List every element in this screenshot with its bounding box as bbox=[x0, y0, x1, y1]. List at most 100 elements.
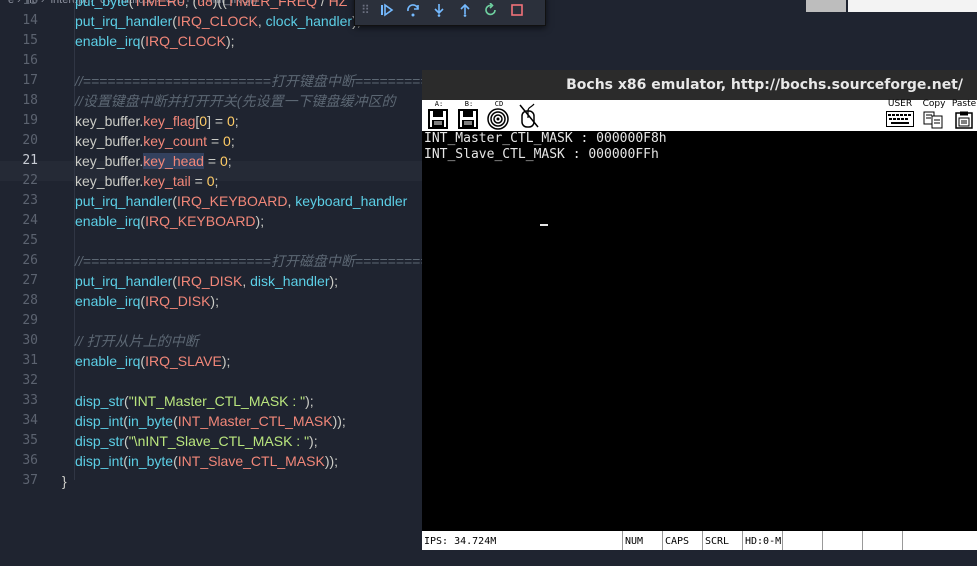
line-number: 23 bbox=[22, 193, 38, 208]
code-token: u8 bbox=[197, 0, 213, 9]
code-token: enable_irq bbox=[75, 353, 141, 369]
floppy-b-button[interactable]: B: bbox=[454, 100, 484, 131]
code-token: IRQ_KEYBOARD bbox=[145, 213, 256, 229]
code-token: put_irq_handler bbox=[75, 13, 173, 29]
code-token: key_tail bbox=[143, 173, 191, 189]
code-area[interactable]: put_byte(TIMER0, (u8)((TIMER_FREQ / HZ pu… bbox=[44, 0, 424, 566]
code-token: key_count bbox=[143, 133, 208, 149]
code-token: disk_handler bbox=[250, 273, 330, 289]
code-token: disp_str bbox=[75, 433, 125, 449]
line-number: 30 bbox=[22, 333, 38, 348]
step-over-icon[interactable] bbox=[403, 0, 423, 20]
code-token: IRQ_DISK bbox=[176, 273, 243, 289]
code-token: / bbox=[317, 0, 329, 9]
code-token: ; bbox=[234, 113, 239, 129]
cdrom-label: CD bbox=[494, 100, 504, 108]
cdrom-icon bbox=[487, 108, 509, 130]
line-number: 18 bbox=[22, 93, 38, 108]
floppy-a-button[interactable]: A: bbox=[424, 100, 454, 131]
code-token: 0 bbox=[223, 133, 231, 149]
code-line[interactable]: enable_irq(IRQ_KEYBOARD); bbox=[75, 211, 264, 231]
code-line[interactable]: key_buffer.key_count = 0; bbox=[75, 131, 235, 151]
stop-icon[interactable] bbox=[507, 0, 527, 20]
status-slot bbox=[902, 531, 977, 550]
code-line[interactable]: enable_irq(IRQ_CLOCK); bbox=[75, 31, 235, 51]
code-line[interactable]: disp_str("INT_Master_CTL_MASK : "); bbox=[75, 391, 314, 411]
line-number: 19 bbox=[22, 113, 38, 128]
status-slot bbox=[822, 531, 862, 550]
window-edge bbox=[806, 0, 846, 12]
hard-disk-status: HD:0-M bbox=[742, 531, 782, 550]
drag-handle-icon[interactable]: ⠿ bbox=[361, 3, 371, 17]
code-token: 0 bbox=[199, 113, 208, 129]
code-line[interactable]: key_buffer.key_tail = 0; bbox=[75, 171, 218, 191]
code-token: 0 bbox=[226, 113, 235, 129]
line-number: 22 bbox=[22, 173, 38, 188]
line-number: 25 bbox=[22, 233, 38, 248]
code-token: enable_irq bbox=[75, 33, 141, 49]
line-number: 36 bbox=[22, 453, 38, 468]
copy-label: Copy bbox=[922, 99, 946, 109]
code-token: IRQ_CLOCK bbox=[145, 33, 226, 49]
code-line[interactable]: //设置键盘中断并打开开关(先设置一下键盘缓冲区的 bbox=[75, 91, 395, 111]
code-line[interactable]: enable_irq(IRQ_SLAVE); bbox=[75, 351, 230, 371]
code-line[interactable]: disp_int(in_byte(INT_Slave_CTL_MASK)); bbox=[75, 451, 338, 471]
code-token: enable_irq bbox=[75, 213, 141, 229]
code-token: ); bbox=[309, 433, 318, 449]
line-number: 31 bbox=[22, 353, 38, 368]
user-button[interactable]: USER bbox=[884, 99, 916, 131]
code-token: IRQ_CLOCK bbox=[176, 13, 258, 29]
floppy-b-label: B: bbox=[464, 100, 474, 108]
code-token: ] = bbox=[207, 113, 227, 129]
step-out-icon[interactable] bbox=[455, 0, 475, 20]
code-token: ); bbox=[221, 353, 231, 369]
code-line[interactable]: disp_int(in_byte(INT_Master_CTL_MASK)); bbox=[75, 411, 346, 431]
code-line[interactable]: //=======================打开键盘中断=========… bbox=[75, 71, 424, 91]
code-token: "INT_Master_CTL_MASK : " bbox=[128, 393, 306, 409]
continue-icon[interactable] bbox=[377, 0, 397, 20]
code-line[interactable]: key_buffer.key_head = 0; bbox=[75, 151, 232, 171]
bochs-title-bar[interactable]: Bochs x86 emulator, http://bochs.sourcef… bbox=[422, 70, 977, 100]
code-token: key_flag bbox=[143, 113, 196, 129]
code-line[interactable]: //=======================打开磁盘中断=========… bbox=[75, 251, 424, 271]
code-token: key_buffer. bbox=[75, 133, 144, 149]
editor-bottom bbox=[422, 550, 977, 566]
code-line[interactable]: disp_str("\nINT_Slave_CTL_MASK : "); bbox=[75, 431, 318, 451]
code-token: IRQ_SLAVE bbox=[145, 353, 222, 369]
code-token: ); bbox=[255, 213, 265, 229]
code-token: ); bbox=[225, 33, 235, 49]
caps-lock-status: CAPS bbox=[662, 531, 702, 550]
code-token: TIMER0 bbox=[133, 0, 185, 9]
code-line[interactable]: put_irq_handler(IRQ_DISK, disk_handler); bbox=[75, 271, 338, 291]
code-line[interactable]: put_irq_handler(IRQ_CLOCK, clock_handler… bbox=[75, 11, 361, 31]
code-line[interactable]: enable_irq(IRQ_DISK); bbox=[75, 291, 219, 311]
paste-button[interactable]: Paste bbox=[951, 99, 977, 131]
code-token: // 打开从片上的中断 bbox=[75, 333, 199, 349]
code-token: INT_Slave_CTL_MASK bbox=[177, 453, 325, 469]
code-token: = bbox=[190, 173, 207, 189]
code-line[interactable]: } bbox=[62, 471, 67, 491]
code-token: put_irq_handler bbox=[75, 273, 173, 289]
code-token: ); bbox=[329, 273, 339, 289]
line-number: 29 bbox=[22, 313, 38, 328]
step-into-icon[interactable] bbox=[429, 0, 449, 20]
code-token: ); bbox=[305, 393, 314, 409]
screen-line: INT_Master_CTL_MASK : 000000F8h bbox=[424, 131, 667, 146]
code-token: , ( bbox=[184, 0, 198, 9]
code-line[interactable]: put_irq_handler(IRQ_KEYBOARD, keyboard_h… bbox=[75, 191, 407, 211]
line-number: 17 bbox=[22, 73, 38, 88]
cdrom-button[interactable]: CD bbox=[484, 100, 514, 131]
line-number: 24 bbox=[22, 213, 38, 228]
code-line[interactable]: key_buffer.key_flag[0] = 0; bbox=[75, 111, 239, 131]
code-line[interactable]: // 打开从片上的中断 bbox=[75, 331, 199, 351]
line-number: 21 bbox=[22, 153, 38, 168]
emulator-screen[interactable]: INT_Master_CTL_MASK : 000000F8h INT_Slav… bbox=[422, 131, 977, 531]
copy-button[interactable]: Copy bbox=[921, 99, 947, 131]
code-line[interactable]: put_byte(TIMER0, (u8)((TIMER_FREQ / HZ bbox=[75, 0, 347, 11]
bochs-status-bar: IPS: 34.724M NUM CAPS SCRL HD:0-M bbox=[422, 531, 977, 550]
mouse-button[interactable] bbox=[516, 100, 546, 131]
floppy-a-label: A: bbox=[434, 100, 444, 108]
line-number: 34 bbox=[22, 413, 38, 428]
restart-icon[interactable] bbox=[481, 0, 501, 20]
code-token: in_byte bbox=[127, 453, 174, 469]
